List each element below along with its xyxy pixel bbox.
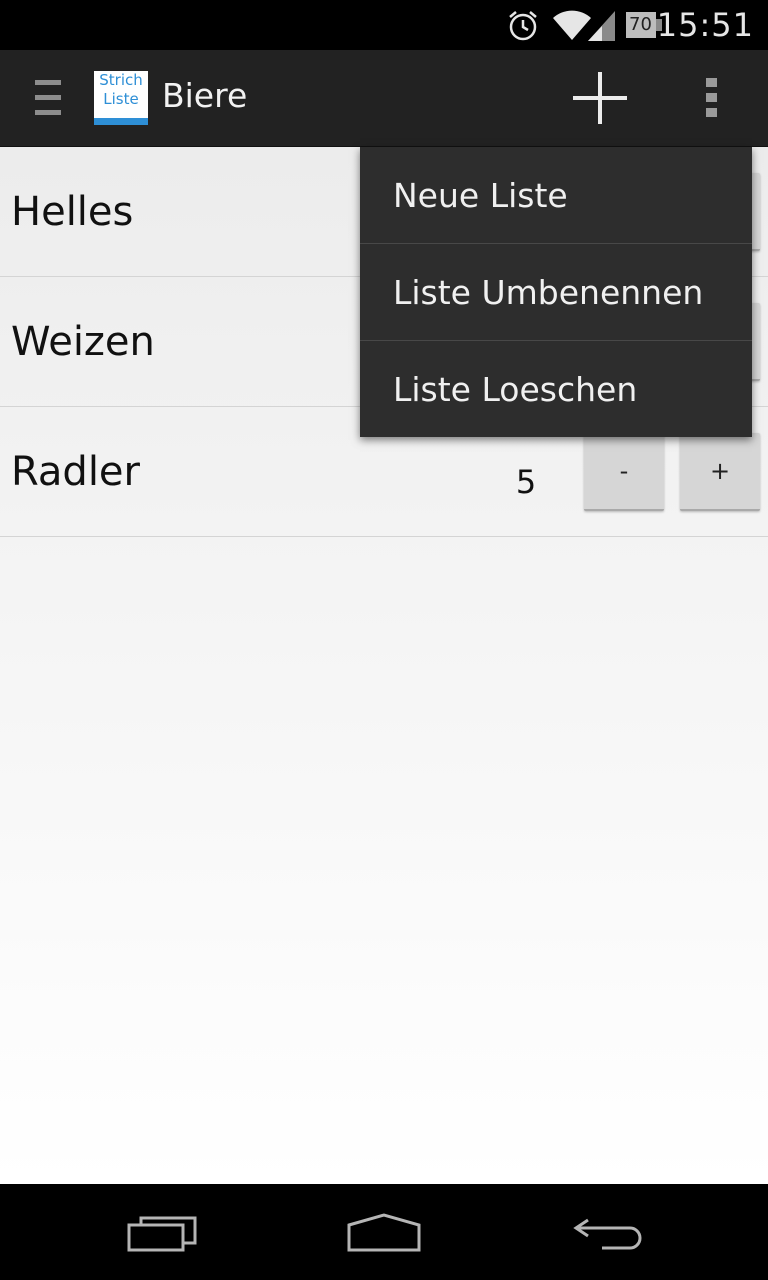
overflow-menu: Neue Liste Liste Umbenennen Liste Loesch… [360, 147, 752, 437]
decrement-button[interactable]: - [584, 433, 664, 511]
page-title: Biere [162, 76, 248, 115]
logo-line-1: Strich [99, 71, 143, 89]
item-name: Weizen [11, 319, 155, 365]
menu-item-neue-liste[interactable]: Neue Liste [360, 147, 752, 244]
menu-item-liste-umbenennen[interactable]: Liste Umbenennen [360, 244, 752, 341]
increment-button[interactable]: + [680, 433, 760, 511]
item-name: Helles [11, 189, 134, 235]
drawer-icon[interactable] [30, 78, 66, 118]
signal-icon [588, 11, 615, 41]
add-icon[interactable] [570, 70, 630, 126]
logo-line-2: Liste [103, 90, 139, 108]
action-bar: Strich Liste Biere [0, 50, 768, 147]
wifi-icon [553, 10, 591, 40]
app-logo: Strich Liste [94, 71, 148, 125]
clock: 15:51 [656, 6, 754, 44]
recent-apps-icon[interactable] [126, 1214, 198, 1254]
item-count: 5 [515, 463, 537, 501]
status-bar: 70 15:51 [0, 0, 768, 50]
item-name: Radler [11, 449, 140, 495]
home-icon[interactable] [346, 1212, 422, 1254]
alarm-icon [509, 11, 537, 41]
menu-item-liste-loeschen[interactable]: Liste Loeschen [360, 341, 752, 438]
back-icon[interactable] [572, 1214, 644, 1254]
navigation-bar [0, 1184, 768, 1280]
overflow-menu-icon[interactable] [700, 76, 724, 120]
battery-level: 70 [629, 14, 652, 35]
